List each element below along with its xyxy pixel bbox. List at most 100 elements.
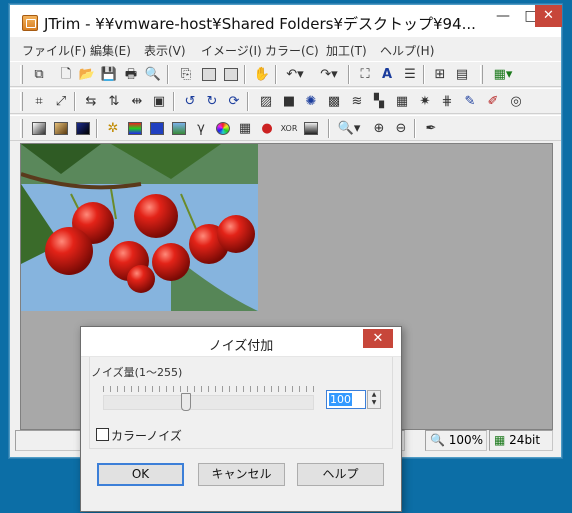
spiral-icon[interactable]: ◎	[507, 93, 525, 110]
menu-view[interactable]: 表示(V)	[144, 42, 186, 59]
print-icon[interactable]: 🖶	[122, 66, 140, 83]
print-preview-icon[interactable]: 🔍	[144, 66, 162, 83]
picture-icon[interactable]	[170, 120, 188, 137]
menu-bar: ファイル(F) 編集(E) 表示(V) イメージ(I) カラー(C) 加工(T)…	[10, 40, 561, 58]
spin-up-icon[interactable]: ▲	[368, 391, 380, 399]
add-noise-dialog: ノイズ付加 ✕ ノイズ量(1〜255) 100 ▲ ▼ カラーノイズ OK キャ…	[80, 326, 402, 512]
open-icon[interactable]: 📂	[78, 66, 96, 83]
invert-icon[interactable]	[74, 120, 92, 137]
separator	[96, 119, 98, 138]
toolbar-row-3: ✲ γ ▦ ● XOR 🔍▾ ⊕ ⊖ ✒	[10, 115, 561, 141]
shadow-icon[interactable]: ▨	[257, 93, 275, 110]
menu-edit[interactable]: 編集(E)	[90, 42, 131, 59]
zoom-in-icon[interactable]: ⊕	[370, 120, 388, 137]
rotate-icon[interactable]: ⟳	[225, 93, 243, 110]
close-button[interactable]: ✕	[535, 5, 562, 27]
window-title: JTrim - ¥¥vmware-host¥Shared Folders¥デスク…	[44, 15, 476, 33]
slider-thumb[interactable]	[181, 393, 192, 411]
zoom-out-icon[interactable]: ⊖	[392, 120, 410, 137]
redo-icon[interactable]: ↷▾	[317, 66, 341, 83]
save-icon[interactable]: 💾	[100, 66, 118, 83]
warp-icon[interactable]: ⋕	[438, 93, 456, 110]
film-icon[interactable]: ▤	[453, 66, 471, 83]
help-button[interactable]: ヘルプ	[297, 463, 384, 486]
text-icon[interactable]: A	[378, 66, 396, 83]
menu-help[interactable]: ヘルプ(H)	[380, 42, 434, 59]
menu-image[interactable]: イメージ(I)	[201, 42, 262, 59]
sparkle-icon[interactable]: ✲	[104, 120, 122, 137]
separator	[328, 119, 330, 138]
sepia-icon[interactable]	[52, 120, 70, 137]
separator	[173, 92, 175, 111]
noise-amount-label: ノイズ量(1〜255)	[91, 366, 183, 379]
bits-value: 24bit	[509, 433, 541, 447]
color-noise-label[interactable]: カラーノイズ	[111, 427, 182, 444]
new-window-icon[interactable]: ⧉	[30, 66, 48, 83]
emboss-icon[interactable]: ✷	[416, 93, 434, 110]
paste-icon[interactable]	[200, 66, 218, 83]
grayscale-icon[interactable]	[30, 120, 48, 137]
sun-icon[interactable]: ✺	[302, 93, 320, 110]
blue-square-icon[interactable]	[148, 120, 166, 137]
minimize-button[interactable]: —	[488, 5, 518, 27]
title-bar[interactable]: JTrim - ¥¥vmware-host¥Shared Folders¥デスク…	[10, 5, 562, 37]
gamma-icon[interactable]: γ	[192, 120, 210, 137]
align-icon[interactable]: ☰	[401, 66, 419, 83]
toolbar-grip[interactable]	[20, 65, 23, 84]
color-noise-checkbox[interactable]	[96, 428, 109, 441]
toolbar-grip[interactable]	[20, 92, 23, 111]
flip-horizontal-icon[interactable]: ⇆	[82, 93, 100, 110]
flip-vertical-icon[interactable]: ⇅	[105, 93, 123, 110]
rgb-circles-icon[interactable]: ●	[258, 120, 276, 137]
hand-icon[interactable]: ✋	[253, 66, 271, 83]
noise-amount-slider[interactable]	[103, 395, 314, 410]
menu-file[interactable]: ファイル(F)	[22, 42, 86, 59]
checker-icon[interactable]: ▦	[236, 120, 254, 137]
separator	[167, 65, 169, 84]
separator	[414, 119, 416, 138]
zoom-dropdown-icon[interactable]: 🔍▾	[336, 120, 362, 137]
dialog-title: ノイズ付加	[208, 339, 274, 354]
pen-icon[interactable]: ✎	[461, 93, 479, 110]
fit-window-icon[interactable]: ⛶	[356, 66, 374, 83]
paste-new-icon[interactable]	[222, 66, 240, 83]
gradient-icon[interactable]	[302, 120, 320, 137]
toolbar-row-2: ⌗ ⤢ ⇆ ⇅ ⇹ ▣ ↺ ↻ ⟳ ▨ ■ ✺ ▩ ≋ ▚ ▦ ✷ ⋕ ✎ ✐ …	[10, 88, 561, 114]
mirror-icon[interactable]: ⇹	[128, 93, 146, 110]
bricks-icon[interactable]: ▦	[393, 93, 411, 110]
new-icon[interactable]: 🗋	[57, 66, 75, 83]
grid-icon[interactable]: ⊞	[431, 66, 449, 83]
menu-process[interactable]: 加工(T)	[326, 42, 367, 59]
bits-status: ▦ 24bit	[489, 430, 553, 451]
xor-icon[interactable]: XOR	[280, 120, 298, 137]
dialog-title-bar[interactable]: ノイズ付加 ✕	[81, 327, 401, 357]
menu-color[interactable]: カラー(C)	[265, 42, 319, 59]
cherry-image	[21, 144, 258, 311]
toolbar-grip[interactable]	[480, 65, 483, 84]
resize-icon[interactable]: ⤢	[52, 93, 70, 110]
cancel-button[interactable]: キャンセル	[198, 463, 285, 486]
separator	[423, 65, 425, 84]
crop-icon[interactable]: ⌗	[30, 93, 48, 110]
noise-amount-input[interactable]: 100	[326, 390, 366, 409]
wave-icon[interactable]: ≋	[348, 93, 366, 110]
eyedropper-icon[interactable]: ✒	[422, 120, 440, 137]
dialog-close-button[interactable]: ✕	[363, 329, 393, 348]
rotate-right-icon[interactable]: ↻	[203, 93, 221, 110]
toolbar-grip[interactable]	[20, 119, 23, 138]
noise-amount-spinner[interactable]: ▲ ▼	[367, 390, 381, 409]
rgb-bars-icon[interactable]	[126, 120, 144, 137]
frame-icon[interactable]: ▣	[150, 93, 168, 110]
ok-button[interactable]: OK	[97, 463, 184, 486]
relief-icon[interactable]: ▚	[370, 93, 388, 110]
color-wheel-icon[interactable]	[214, 120, 232, 137]
undo-icon[interactable]: ↶▾	[283, 66, 307, 83]
mosaic-icon[interactable]: ▩	[325, 93, 343, 110]
color-grid-icon[interactable]: ▦▾	[489, 66, 517, 83]
spin-down-icon[interactable]: ▼	[368, 399, 380, 407]
fill-icon[interactable]: ■	[280, 93, 298, 110]
copy-icon[interactable]: ⎘	[177, 66, 195, 83]
rotate-left-icon[interactable]: ↺	[181, 93, 199, 110]
app-icon[interactable]	[22, 15, 38, 31]
edit-icon[interactable]: ✐	[484, 93, 502, 110]
